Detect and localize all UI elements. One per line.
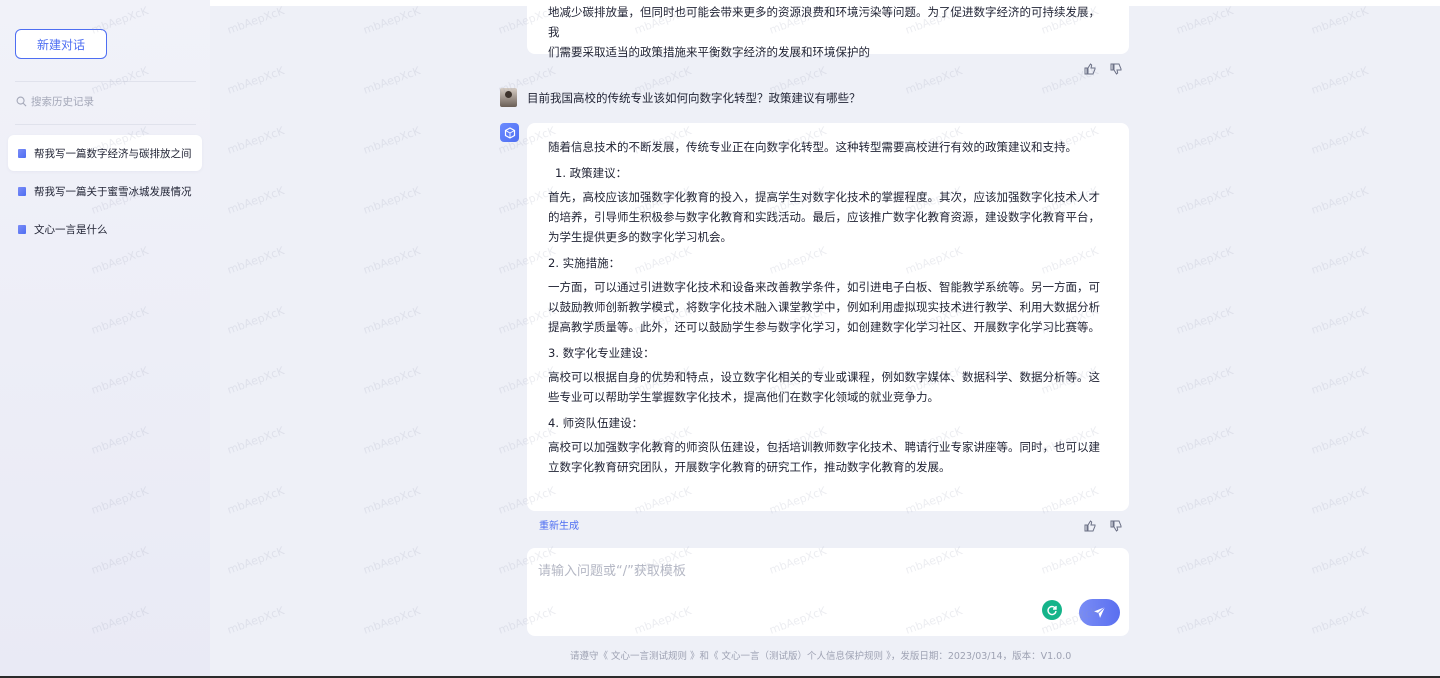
thumb-up-icon[interactable] bbox=[1084, 520, 1096, 532]
history-item-label: 文心一言是什么 bbox=[34, 223, 108, 236]
app-window: 新建对话 搜索历史记录 帮我写一篇数字经济与碳排放之间 帮我写一篇关于蜜雪冰城发… bbox=[0, 0, 1440, 678]
thumb-down-icon[interactable] bbox=[1110, 63, 1122, 75]
history-item-label: 帮我写一篇关于蜜雪冰城发展情况 bbox=[34, 185, 192, 198]
thumb-up-icon[interactable] bbox=[1084, 63, 1096, 75]
previous-answer-card: 地减少碳排放量，但同时也可能会带来更多的资源浪费和环境污染等问题。为了促进数字经… bbox=[527, 0, 1129, 59]
answer-heading: 2. 实施措施： bbox=[548, 256, 621, 270]
answer-paragraph: 地减少碳排放量，但同时也可能会带来更多的资源浪费和环境污染等问题。为了促进数字经… bbox=[548, 5, 1100, 39]
grammar-button[interactable] bbox=[1042, 600, 1062, 620]
send-icon bbox=[1094, 606, 1106, 618]
question-input[interactable] bbox=[538, 560, 1038, 600]
chat-icon bbox=[18, 148, 26, 158]
history-item[interactable]: 帮我写一篇数字经济与碳排放之间 bbox=[8, 135, 202, 171]
answer-paragraph: 一方面，可以通过引进数字化技术和设备来改善教学条件，如引进电子白板、智能教学系统… bbox=[548, 280, 1100, 334]
regenerate-button[interactable]: 重新生成 bbox=[539, 517, 579, 532]
grammar-icon bbox=[1047, 605, 1057, 616]
user-message: 目前我国高校的传统专业该如何向数字化转型？政策建议有哪些？ bbox=[500, 88, 861, 107]
chat-icon bbox=[18, 224, 26, 234]
answer-paragraph: 首先，高校应该加强数字化教育的投入，提高学生对数字化技术的掌握程度。其次，应该加… bbox=[548, 190, 1100, 244]
input-box bbox=[527, 548, 1129, 636]
thumb-down-icon[interactable] bbox=[1110, 520, 1122, 532]
feedback-buttons bbox=[1084, 63, 1122, 75]
feedback-buttons bbox=[1084, 520, 1122, 532]
sidebar-divider bbox=[15, 124, 196, 125]
search-icon bbox=[16, 96, 27, 107]
sidebar-divider bbox=[15, 81, 196, 82]
sidebar: 新建对话 搜索历史记录 帮我写一篇数字经济与碳排放之间 帮我写一篇关于蜜雪冰城发… bbox=[0, 0, 210, 678]
bot-avatar bbox=[500, 123, 519, 142]
history-item[interactable]: 文心一言是什么 bbox=[8, 211, 202, 247]
answer-heading: 1. 政策建议： bbox=[555, 166, 628, 180]
history-search[interactable]: 搜索历史记录 bbox=[16, 94, 94, 109]
history-item-label: 帮我写一篇数字经济与碳排放之间 bbox=[34, 147, 192, 160]
send-button[interactable] bbox=[1079, 599, 1120, 626]
history-search-placeholder: 搜索历史记录 bbox=[31, 96, 94, 108]
chat-area: 地减少碳排放量，但同时也可能会带来更多的资源浪费和环境污染等问题。为了促进数字经… bbox=[210, 0, 1440, 678]
answer-paragraph: 高校可以根据自身的优势和特点，设立数字化相关的专业或课程，例如数字媒体、数据科学… bbox=[548, 370, 1100, 404]
answer-paragraph: 随着信息技术的不断发展，传统专业正在向数字化转型。这种转型需要高校进行有效的政策… bbox=[548, 140, 1077, 154]
answer-paragraph: 高校可以加强数字化教育的师资队伍建设，包括培训教师数字化技术、聘请行业专家讲座等… bbox=[548, 440, 1100, 474]
footer-note: 请遵守《 文心一言测试规则 》和《 文心一言（测试版）个人信息保护规则 》，发版… bbox=[570, 651, 1072, 662]
bot-logo-icon bbox=[504, 126, 515, 139]
new-chat-button[interactable]: 新建对话 bbox=[15, 29, 107, 59]
history-item[interactable]: 帮我写一篇关于蜜雪冰城发展情况 bbox=[8, 173, 202, 209]
answer-heading: 3. 数字化专业建设： bbox=[548, 346, 655, 360]
answer-paragraph: 们需要采取适当的政策措施来平衡数字经济的发展和环境保护的 bbox=[548, 45, 870, 59]
user-avatar bbox=[500, 88, 517, 107]
chat-icon bbox=[18, 186, 26, 196]
user-question: 目前我国高校的传统专业该如何向数字化转型？政策建议有哪些？ bbox=[527, 90, 861, 105]
answer-card: 随着信息技术的不断发展，传统专业正在向数字化转型。这种转型需要高校进行有效的政策… bbox=[527, 123, 1129, 511]
answer-heading: 4. 师资队伍建设： bbox=[548, 416, 644, 430]
